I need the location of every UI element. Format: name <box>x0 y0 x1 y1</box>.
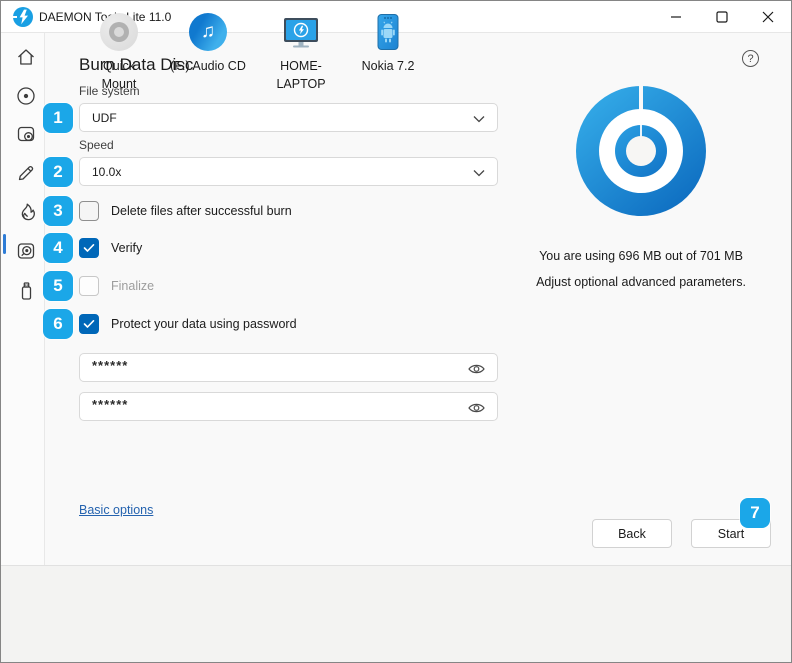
app-window: DAEMON Tools Lite 11.0 Burn Data Disc ? … <box>0 0 792 663</box>
device-label: Nokia 7.2 <box>361 59 415 73</box>
device-label: HOME-LAPTOP <box>276 59 326 91</box>
annotation-badge-3: 3 <box>43 196 73 226</box>
mount-disc-icon[interactable] <box>15 85 37 107</box>
delete-files-checkbox-row[interactable]: Delete files after successful burn <box>79 201 292 221</box>
advanced-hint-text: Adjust optional advanced parameters. <box>536 275 746 289</box>
grab-disc-icon[interactable] <box>15 240 37 262</box>
finalize-label: Finalize <box>111 279 155 293</box>
file-system-select[interactable]: UDF <box>79 103 498 132</box>
password-protect-checkbox-row[interactable]: Protect your data using password <box>79 314 297 334</box>
computer-icon <box>282 13 320 51</box>
device-nokia-phone[interactable]: Nokia 7.2 <box>340 13 436 76</box>
show-password-eye-icon[interactable] <box>468 363 485 375</box>
annotation-badge-4: 4 <box>43 233 73 263</box>
minimize-button[interactable] <box>653 1 699 33</box>
back-button[interactable]: Back <box>592 519 672 548</box>
device-audio-cd[interactable]: ♫ (F:) Audio CD <box>160 13 256 76</box>
annotation-badge-7: 7 <box>740 498 770 528</box>
password-protect-label: Protect your data using password <box>111 317 297 331</box>
device-home-laptop[interactable]: HOME-LAPTOP <box>253 13 349 93</box>
maximize-button[interactable] <box>699 1 745 33</box>
password-value: ****** <box>92 358 129 373</box>
annotation-badge-6: 6 <box>43 309 73 339</box>
gray-disc-icon <box>100 13 138 51</box>
annotation-badge-1: 1 <box>43 103 73 133</box>
home-icon[interactable] <box>15 46 37 68</box>
file-system-value: UDF <box>92 110 117 125</box>
finalize-checkbox-row: Finalize <box>79 276 154 296</box>
speed-label: Speed <box>79 138 114 152</box>
master-disc-pencil-icon[interactable] <box>15 162 37 184</box>
finalize-checkbox <box>79 276 99 296</box>
phone-icon <box>369 13 407 51</box>
speed-select[interactable]: 10.0x <box>79 157 498 186</box>
show-password-eye-icon[interactable] <box>468 402 485 414</box>
verify-checkbox[interactable] <box>79 238 99 258</box>
password-confirm-value: ****** <box>92 397 129 412</box>
annotation-badge-2: 2 <box>43 157 73 187</box>
audio-cd-icon: ♫ <box>189 13 227 51</box>
delete-files-label: Delete files after successful burn <box>111 204 292 218</box>
annotation-badge-5: 5 <box>43 271 73 301</box>
disc-hub <box>626 136 656 166</box>
burn-flame-icon[interactable] <box>15 201 37 223</box>
device-quick-mount[interactable]: Quick Mount <box>71 13 167 93</box>
device-label: Quick Mount <box>101 59 137 91</box>
usage-summary-text: You are using 696 MB out of 701 MB <box>539 249 743 263</box>
delete-files-checkbox[interactable] <box>79 201 99 221</box>
password-confirm-input[interactable]: ****** <box>79 392 498 421</box>
speed-value: 10.0x <box>92 164 122 179</box>
image-catalog-icon[interactable] <box>15 123 37 145</box>
help-icon[interactable]: ? <box>742 50 759 67</box>
close-button[interactable] <box>745 1 791 33</box>
chevron-down-icon <box>473 115 485 123</box>
verify-label: Verify <box>111 241 143 255</box>
device-label: (F:) Audio CD <box>170 59 246 73</box>
password-protect-checkbox[interactable] <box>79 314 99 334</box>
verify-checkbox-row[interactable]: Verify <box>79 238 142 258</box>
usb-drive-icon[interactable] <box>15 280 37 302</box>
disc-usage-graphic <box>576 86 706 216</box>
basic-options-link[interactable]: Basic options <box>79 503 153 517</box>
chevron-down-icon <box>473 169 485 177</box>
active-item-indicator <box>3 234 6 254</box>
app-logo-icon <box>13 7 33 27</box>
password-input[interactable]: ****** <box>79 353 498 382</box>
device-bar <box>1 565 791 662</box>
